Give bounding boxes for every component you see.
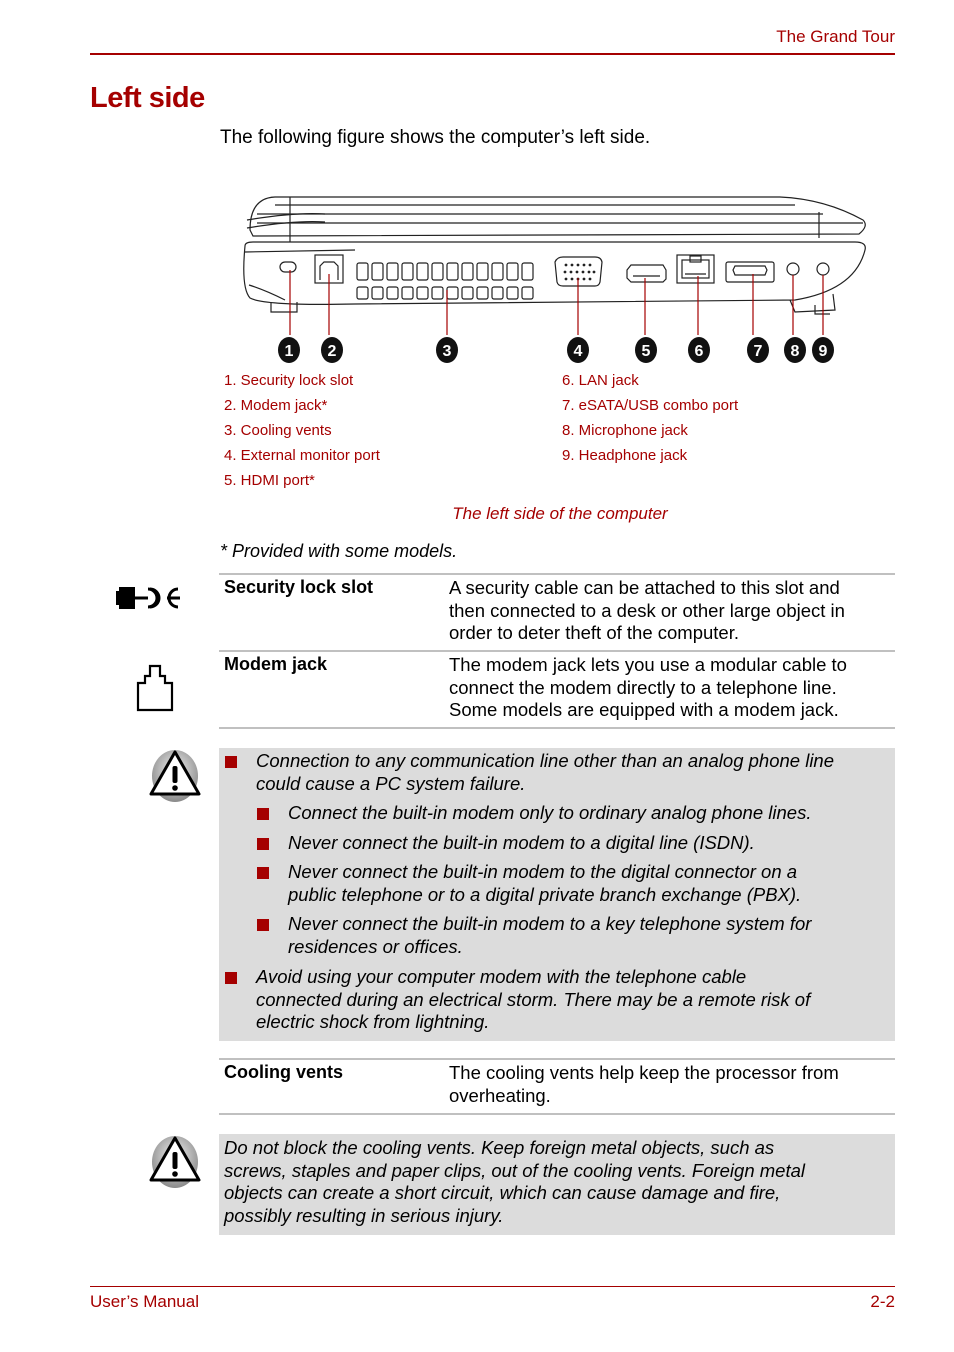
spec-term: Cooling vents (224, 1062, 344, 1082)
svg-text:9: 9 (819, 343, 828, 360)
svg-text:2: 2 (328, 343, 337, 360)
table-rule (219, 573, 895, 575)
warning-subitem: Never connect the built-in modem to the … (288, 861, 802, 905)
table-rule (219, 727, 895, 729)
intro-paragraph: The following figure shows the computer’… (220, 127, 651, 148)
spec-term: Modem jack (224, 654, 328, 674)
callout-2: 2 (321, 337, 343, 363)
svg-text:6: 6 (695, 343, 704, 360)
callout-4: 4 (567, 337, 589, 363)
laptop-base (243, 241, 866, 305)
callout-9: 9 (812, 337, 834, 363)
legend-item: 6. LAN jack (562, 372, 639, 389)
legend-item: 7. eSATA/USB combo port (562, 397, 739, 414)
figure-legend-left: 1. Security lock slot 2. Modem jack* 3. … (224, 371, 380, 496)
legend-item: 3. Cooling vents (224, 422, 332, 439)
bullet-icon (257, 919, 269, 931)
footnote: * Provided with some models. (220, 541, 458, 561)
warning-icon (149, 1136, 201, 1188)
warning-icon (149, 750, 201, 802)
page-title: Left side (90, 82, 205, 114)
table-rule (219, 1113, 895, 1115)
table-rule (219, 1058, 895, 1060)
svg-text:5: 5 (642, 343, 651, 360)
figure-legend-right: 6. LAN jack 7. eSATA/USB combo port 8. M… (562, 371, 738, 471)
page-number: 2-2 (870, 1292, 895, 1311)
bullet-icon (257, 808, 269, 820)
cooling-warning-note: Do not block the cooling vents. Keep for… (219, 1134, 895, 1235)
legend-item: 8. Microphone jack (562, 422, 688, 439)
legend-item: 5. HDMI port* (224, 472, 315, 489)
svg-text:8: 8 (791, 343, 800, 360)
bullet-icon (225, 972, 237, 984)
figure-caption: The left side of the computer (452, 504, 668, 523)
warning-item: Avoid using your computer modem with the… (256, 966, 811, 1032)
security-lock-icon (116, 587, 180, 609)
svg-text:7: 7 (754, 343, 763, 360)
modem-jack-icon (136, 664, 174, 712)
warning-item: Connection to any communication line oth… (256, 750, 835, 794)
warning-text: Do not block the cooling vents. Keep for… (224, 1137, 805, 1226)
legend-item: 1. Security lock slot (224, 372, 354, 389)
table-rule (219, 650, 895, 652)
callout-3: 3 (436, 337, 458, 363)
callout-5: 5 (635, 337, 657, 363)
footer-rule (90, 1286, 895, 1287)
bullet-icon (257, 838, 269, 850)
legend-item: 4. External monitor port (224, 447, 380, 464)
callout-8: 8 (784, 337, 806, 363)
footer-manual-title: User’s Manual (90, 1292, 199, 1311)
running-header: The Grand Tour (776, 27, 895, 46)
spec-description: A security cable can be attached to this… (449, 577, 845, 643)
callout-1: 1 (278, 337, 300, 363)
warning-subitem: Never connect the built-in modem to a di… (288, 832, 755, 853)
header-rule (90, 53, 895, 55)
modem-warning-note: Connection to any communication line oth… (219, 748, 895, 1041)
callout-6: 6 (688, 337, 710, 363)
spec-term: Security lock slot (224, 577, 374, 597)
laptop-left-side-figure: 1 2 3 4 5 6 7 8 9 (243, 196, 866, 363)
svg-text:1: 1 (285, 343, 294, 360)
spec-description: The cooling vents help keep the processo… (449, 1062, 839, 1106)
svg-text:3: 3 (443, 343, 452, 360)
warning-subitem: Connect the built-in modem only to ordin… (288, 802, 812, 823)
legend-item: 9. Headphone jack (562, 447, 688, 464)
svg-text:4: 4 (574, 343, 583, 360)
callout-7: 7 (747, 337, 769, 363)
bullet-icon (257, 867, 269, 879)
warning-subitem: Never connect the built-in modem to a ke… (288, 913, 812, 957)
legend-item: 2. Modem jack* (224, 397, 328, 414)
laptop-lid (249, 196, 866, 237)
spec-description: The modem jack lets you use a modular ca… (449, 654, 847, 720)
bullet-icon (225, 756, 237, 768)
